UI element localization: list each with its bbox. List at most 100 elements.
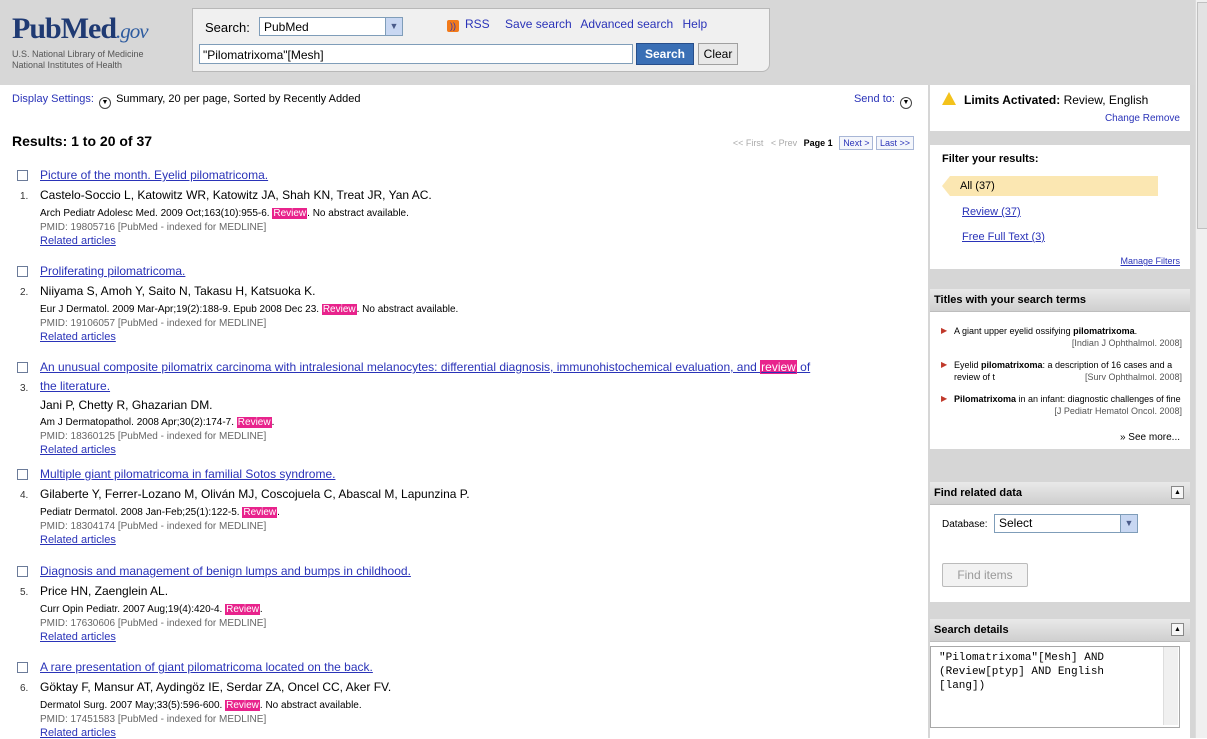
result-title[interactable]: An unusual composite pilomatrix carcinom…	[40, 360, 810, 374]
result-number: 6.	[20, 683, 29, 694]
citation-note: . No abstract available.	[307, 208, 409, 219]
limits-text: Limits Activated: Review, English	[964, 93, 1148, 107]
title-item[interactable]: ▶ Eyelid pilomatrixoma: a description of…	[941, 359, 1182, 383]
page-scrollbar[interactable]	[1195, 0, 1207, 738]
result-authors: Göktay F, Mansur AT, Aydingöz IE, Serdar…	[40, 680, 392, 694]
search-label: Search:	[205, 20, 250, 35]
result-authors: Jani P, Chetty R, Ghazarian DM.	[40, 398, 213, 412]
review-tag: Review	[272, 208, 308, 219]
find-items-button[interactable]: Find items	[942, 563, 1028, 587]
related-articles-link[interactable]: Related articles	[40, 631, 116, 643]
result-authors: Niiyama S, Amoh Y, Saito N, Takasu H, Ka…	[40, 284, 316, 298]
logo-pub: Pub	[12, 12, 62, 45]
pager-next[interactable]: Next >	[839, 136, 874, 150]
filter-all[interactable]: All (37)	[942, 176, 1158, 196]
pager-current: Page 1	[803, 138, 833, 148]
related-data-heading: Find related data ▲	[930, 482, 1190, 505]
clear-button[interactable]: Clear	[698, 43, 738, 65]
result-number: 3.	[20, 383, 29, 394]
related-articles-link[interactable]: Related articles	[40, 444, 116, 456]
chevron-down-icon[interactable]: ▼	[1120, 515, 1137, 532]
filter-free-full-text[interactable]: Free Full Text (3)	[962, 231, 1045, 243]
send-to[interactable]: Send to: ▼	[854, 93, 914, 109]
title-source: [Surv Ophthalmol. 2008]	[1084, 372, 1182, 382]
result-citation: Arch Pediatr Adolesc Med. 2009 Oct;163(1…	[40, 208, 409, 219]
search-details-panel: Search details ▲ "Pilomatrixoma"[Mesh] AN…	[930, 619, 1190, 738]
pubmed-logo[interactable]: PubMed.gov U.S. National Library of Medi…	[12, 14, 192, 71]
result-pmid: PMID: 18304174 [PubMed - indexed for MED…	[40, 521, 267, 532]
result-title[interactable]: Proliferating pilomatricoma.	[40, 264, 185, 278]
see-more-link[interactable]: » See more...	[1120, 432, 1180, 443]
result-checkbox[interactable]	[17, 469, 28, 480]
title-text-end: of	[796, 360, 811, 374]
result-title[interactable]: A rare presentation of giant pilomatrico…	[40, 660, 373, 674]
result-checkbox[interactable]	[17, 662, 28, 673]
scrollbar-thumb[interactable]	[1197, 2, 1207, 229]
limits-remove-link[interactable]: Remove	[1143, 113, 1180, 124]
result-citation: Eur J Dermatol. 2009 Mar-Apr;19(2):188-9…	[40, 304, 458, 315]
result-pmid: PMID: 17630606 [PubMed - indexed for MED…	[40, 618, 267, 629]
related-articles-link[interactable]: Related articles	[40, 235, 116, 247]
related-articles-link[interactable]: Related articles	[40, 534, 116, 546]
chevron-down-icon[interactable]: ▼	[99, 97, 111, 109]
rss-label: RSS	[465, 17, 490, 31]
title-text: Eyelid	[954, 360, 982, 370]
filter-heading: Filter your results:	[942, 153, 1039, 165]
display-settings-link[interactable]: Display Settings:	[12, 93, 94, 105]
title-item[interactable]: ▶ Pilomatrixoma in an infant: diagnostic…	[941, 393, 1182, 417]
title-text: A giant upper eyelid ossifying	[954, 326, 1074, 336]
citation-note: .	[277, 507, 280, 518]
title-end: .	[1134, 326, 1138, 336]
result-title[interactable]: Multiple giant pilomatricoma in familial…	[40, 467, 335, 481]
rss-icon: ))	[447, 20, 459, 32]
result-checkbox[interactable]	[17, 266, 28, 277]
result-checkbox[interactable]	[17, 566, 28, 577]
save-search-link[interactable]: Save search	[505, 17, 572, 31]
send-to-link[interactable]: Send to:	[854, 93, 895, 105]
citation-text: Dermatol Surg. 2007 May;33(5):596-600.	[40, 700, 226, 711]
review-tag: Review	[236, 417, 272, 428]
result-authors: Castelo-Soccio L, Katowitz WR, Katowitz …	[40, 188, 432, 202]
warning-icon	[942, 92, 956, 105]
result-title-line2[interactable]: the literature.	[40, 379, 110, 393]
database-label: Database:	[942, 519, 988, 530]
citation-text: Am J Dermatopathol. 2008 Apr;30(2):174-7…	[40, 417, 237, 428]
manage-filters-link[interactable]: Manage Filters	[1120, 256, 1180, 266]
result-citation: Am J Dermatopathol. 2008 Apr;30(2):174-7…	[40, 417, 274, 428]
chevron-down-icon[interactable]: ▼	[385, 18, 402, 35]
title-item[interactable]: ▶ A giant upper eyelid ossifying pilomat…	[941, 325, 1182, 349]
collapse-icon[interactable]: ▲	[1171, 486, 1184, 499]
help-link[interactable]: Help	[682, 17, 707, 31]
related-database-select[interactable]: Select ▼	[994, 514, 1138, 533]
filter-review[interactable]: Review (37)	[962, 206, 1021, 218]
advanced-search-link[interactable]: Advanced search	[580, 17, 673, 31]
result-citation: Pediatr Dermatol. 2008 Jan-Feb;25(1):122…	[40, 507, 280, 518]
review-tag: Review	[242, 507, 278, 518]
result-title[interactable]: Diagnosis and management of benign lumps…	[40, 564, 411, 578]
search-details-textarea[interactable]: "Pilomatrixoma"[Mesh] AND (Review[ptyp] …	[930, 646, 1180, 728]
result-checkbox[interactable]	[17, 170, 28, 181]
rss-link[interactable]: )) RSS	[447, 17, 496, 32]
triangle-right-icon: ▶	[941, 360, 948, 369]
title-bold: pilomatrixoma	[981, 360, 1043, 370]
related-articles-link[interactable]: Related articles	[40, 727, 116, 739]
database-select[interactable]: PubMed ▼	[259, 17, 403, 36]
related-articles-link[interactable]: Related articles	[40, 331, 116, 343]
search-button[interactable]: Search	[636, 43, 694, 65]
review-tag: Review	[225, 604, 260, 615]
chevron-down-icon[interactable]: ▼	[900, 97, 912, 109]
citation-note: .	[259, 604, 263, 615]
logo-gov: .gov	[116, 19, 149, 43]
result-pmid: PMID: 18360125 [PubMed - indexed for MED…	[40, 431, 267, 442]
search-input[interactable]: "Pilomatrixoma"[Mesh]	[199, 44, 633, 64]
details-scrollbar[interactable]	[1163, 647, 1178, 725]
citation-note: .	[271, 417, 275, 428]
citation-note: . No abstract available.	[356, 304, 459, 315]
result-checkbox[interactable]	[17, 362, 28, 373]
pager-last[interactable]: Last >>	[875, 136, 914, 150]
result-title[interactable]: Picture of the month. Eyelid pilomatrico…	[40, 168, 268, 182]
limits-change-link[interactable]: Change	[1105, 113, 1140, 124]
result-number: 1.	[20, 191, 29, 202]
main-content: Display Settings: ▼ Summary, 20 per page…	[0, 85, 928, 739]
title-text: An unusual composite pilomatrix carcinom…	[40, 360, 761, 374]
